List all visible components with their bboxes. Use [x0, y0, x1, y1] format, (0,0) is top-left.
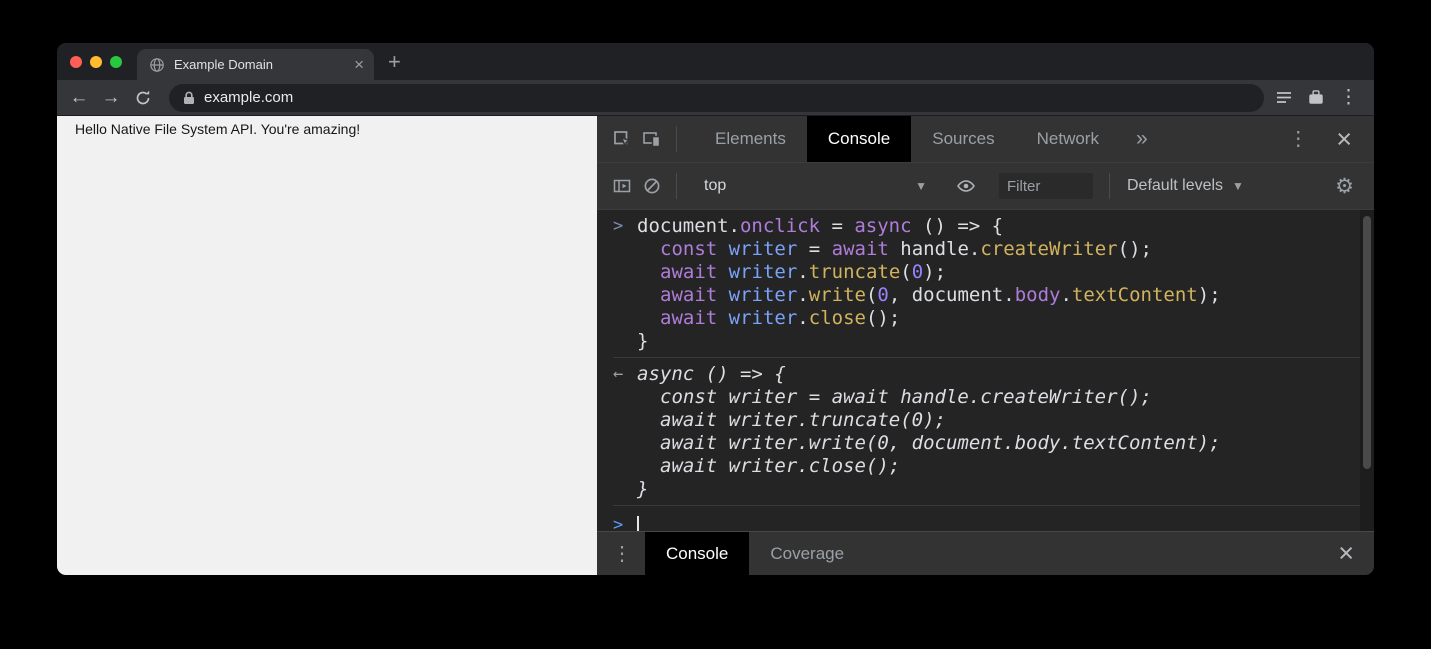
toolbar-divider: [676, 126, 677, 152]
clear-console-icon[interactable]: [637, 171, 667, 201]
devtools-tabs: Elements Console Sources Network: [694, 116, 1120, 162]
code-line: document.onclick = async () => {: [637, 215, 1374, 238]
context-selector[interactable]: top ▼: [698, 177, 933, 195]
code-line: const writer = await handle.createWriter…: [637, 238, 1374, 261]
browser-window: Example Domain × + ← → example.com ⋮: [57, 43, 1374, 575]
address-bar[interactable]: example.com: [169, 84, 1264, 112]
toolbar-actions: ⋮: [1276, 86, 1364, 109]
result-arrow-icon: ←: [613, 363, 637, 501]
log-levels-dropdown[interactable]: Default levels ▼: [1127, 177, 1244, 195]
devtools-drawer: ⋮ Console Coverage ×: [597, 531, 1374, 575]
forward-icon[interactable]: →: [97, 84, 125, 112]
code-line: await writer.close();: [637, 307, 1374, 330]
console-sidebar-icon[interactable]: [607, 171, 637, 201]
tab-strip: Example Domain × +: [57, 43, 1374, 80]
code-line: }: [637, 330, 1374, 353]
page-body-text: Hello Native File System API. You're ama…: [75, 121, 360, 137]
command-code: document.onclick = async () => {const wr…: [637, 215, 1374, 353]
devtools-menu-icon[interactable]: ⋮: [1288, 129, 1308, 149]
window-controls: [57, 56, 122, 68]
close-window-button[interactable]: [70, 56, 82, 68]
console-command-entry: > document.onclick = async () => {const …: [613, 210, 1374, 358]
filter-input[interactable]: Filter: [999, 173, 1093, 199]
command-chevron-icon: >: [613, 215, 637, 353]
tab-network[interactable]: Network: [1016, 116, 1120, 162]
console-toolbar: top ▼ Filter Default levels ▼ ⚙: [597, 163, 1374, 210]
console-result-entry: ← async () => {const writer = await hand…: [613, 358, 1374, 506]
code-line: async () => {: [637, 363, 1374, 386]
prompt-chevron-icon: >: [613, 514, 637, 531]
console-messages[interactable]: > document.onclick = async () => {const …: [597, 210, 1374, 531]
result-code: async () => {const writer = await handle…: [637, 363, 1374, 501]
chevron-down-icon: ▼: [915, 179, 927, 193]
devtools-close-icon[interactable]: ×: [1336, 126, 1352, 153]
browser-menu-icon[interactable]: ⋮: [1339, 86, 1358, 109]
devtools-panel: Elements Console Sources Network » ⋮ ×: [597, 116, 1374, 575]
scrollbar-thumb[interactable]: [1363, 216, 1371, 469]
favicon-globe-icon: [149, 57, 165, 73]
drawer-tabs: Console Coverage: [645, 532, 865, 575]
profile-briefcase-icon[interactable]: [1307, 89, 1325, 106]
live-expression-eye-icon[interactable]: [951, 171, 981, 201]
filter-placeholder: Filter: [1007, 178, 1040, 195]
new-tab-button[interactable]: +: [388, 51, 401, 73]
text-cursor: [637, 516, 639, 531]
reload-icon[interactable]: [129, 84, 157, 112]
code-line: await writer.truncate(0);: [637, 409, 1374, 432]
tab-sources[interactable]: Sources: [911, 116, 1015, 162]
code-line: const writer = await handle.createWriter…: [637, 386, 1374, 409]
more-tabs-icon[interactable]: »: [1136, 127, 1148, 151]
url-text: example.com: [204, 89, 293, 106]
device-toolbar-icon[interactable]: [637, 124, 667, 154]
devtools-toolbar: Elements Console Sources Network » ⋮ ×: [597, 116, 1374, 163]
gear-icon[interactable]: ⚙: [1335, 176, 1374, 197]
toolbar-divider: [1109, 173, 1110, 199]
code-line: await writer.close();: [637, 455, 1374, 478]
tab-close-icon[interactable]: ×: [354, 56, 364, 73]
log-levels-label: Default levels: [1127, 177, 1223, 195]
browser-toolbar: ← → example.com ⋮: [57, 80, 1374, 116]
toolbar-divider: [676, 173, 677, 199]
tab-title: Example Domain: [174, 57, 345, 72]
chevron-down-icon: ▼: [1232, 179, 1244, 193]
context-selected-label: top: [704, 177, 726, 195]
code-line: await writer.write(0, document.body.text…: [637, 284, 1374, 307]
tab-elements[interactable]: Elements: [694, 116, 807, 162]
lock-icon[interactable]: [183, 91, 195, 105]
drawer-tab-coverage[interactable]: Coverage: [749, 532, 865, 575]
window-content: Hello Native File System API. You're ama…: [57, 116, 1374, 575]
drawer-close-icon[interactable]: ×: [1338, 540, 1354, 567]
code-line: await writer.write(0, document.body.text…: [637, 432, 1374, 455]
drawer-tab-console[interactable]: Console: [645, 532, 749, 575]
page-viewport: Hello Native File System API. You're ama…: [57, 116, 597, 575]
code-line: }: [637, 478, 1374, 501]
console-prompt[interactable]: >: [613, 506, 1374, 531]
reading-list-icon[interactable]: [1276, 90, 1293, 105]
console-scrollbar[interactable]: [1360, 210, 1374, 531]
inspect-element-icon[interactable]: [607, 124, 637, 154]
back-icon[interactable]: ←: [65, 84, 93, 112]
code-line: await writer.truncate(0);: [637, 261, 1374, 284]
minimize-window-button[interactable]: [90, 56, 102, 68]
drawer-menu-icon[interactable]: ⋮: [607, 539, 637, 569]
browser-tab[interactable]: Example Domain ×: [137, 49, 374, 80]
tab-console[interactable]: Console: [807, 116, 911, 162]
devtools-toolbar-actions: ⋮ ×: [1288, 126, 1374, 153]
fullscreen-window-button[interactable]: [110, 56, 122, 68]
